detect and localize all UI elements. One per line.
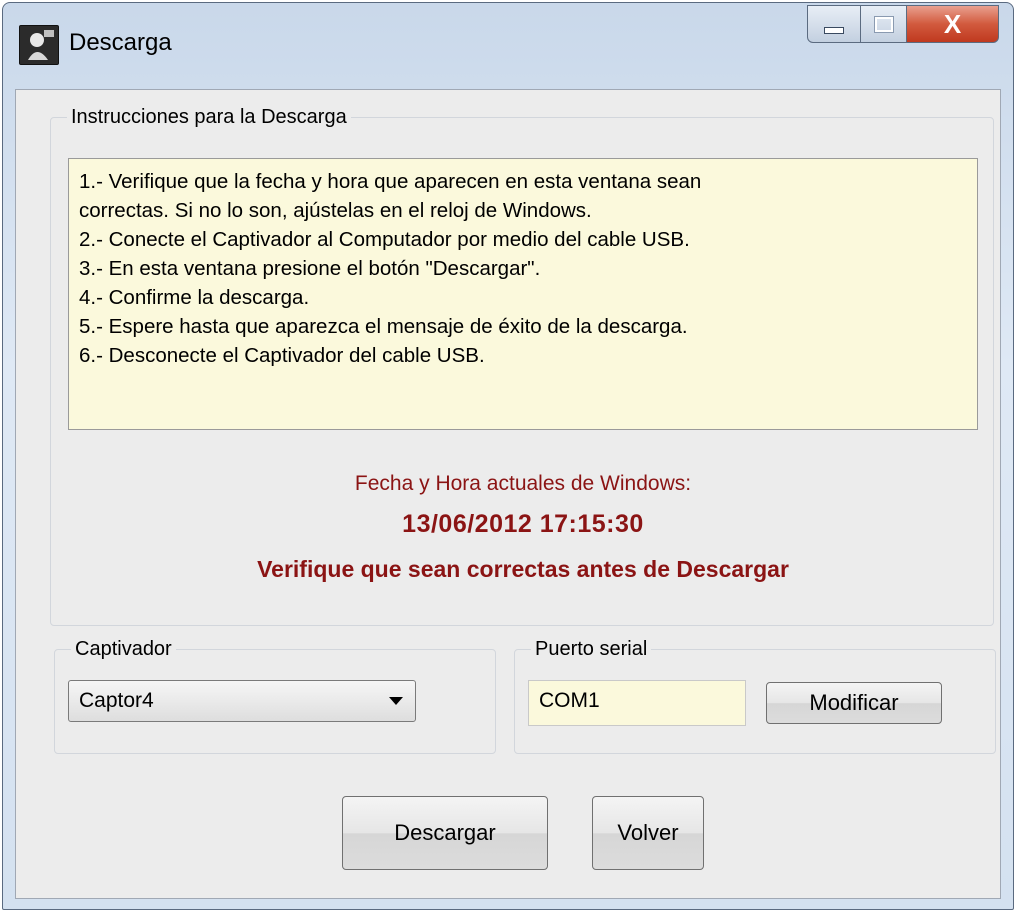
captivador-selected-value: Captor4	[79, 689, 154, 712]
datetime-label: Fecha y Hora actuales de Windows:	[354, 472, 692, 495]
instruction-line: 4.- Confirme la descarga.	[79, 286, 310, 309]
instructions-textbox[interactable]: 1.- Verifique que la fecha y hora que ap…	[68, 158, 978, 430]
instruction-line: 1.- Verifique que la fecha y hora que ap…	[79, 170, 702, 193]
instruction-line: 6.- Desconecte el Captivador del cable U…	[79, 344, 485, 367]
minimize-button[interactable]	[807, 5, 861, 43]
instructions-legend: Instrucciones para la Descarga	[71, 106, 347, 128]
close-button[interactable]: X	[907, 5, 999, 43]
maximize-button[interactable]	[861, 5, 907, 43]
datetime-warning: Verifique que sean correctas antes de De…	[257, 556, 789, 582]
datetime-value: 13/06/2012 17:15:30	[402, 510, 644, 538]
dropdown-arrow-icon[interactable]	[389, 697, 403, 705]
app-icon[interactable]	[19, 25, 59, 65]
instruction-line: 2.- Conecte el Captivador al Computador …	[79, 228, 690, 251]
modificar-button[interactable]: Modificar	[766, 682, 942, 724]
maximize-icon	[873, 15, 894, 33]
dialog-client-area: Instrucciones para la Descarga 1.- Verif…	[15, 89, 1001, 899]
window-title: Descarga	[69, 29, 172, 56]
captivador-select[interactable]: Captor4	[68, 680, 416, 722]
title-bar[interactable]: Descarga X	[3, 3, 1013, 89]
descarga-window: Descarga X Instrucciones para la Descarg…	[2, 2, 1014, 910]
captivador-legend: Captivador	[75, 638, 172, 660]
descargar-button[interactable]: Descargar	[342, 796, 548, 870]
volver-button[interactable]: Volver	[592, 796, 704, 870]
puerto-serial-field[interactable]: COM1	[528, 680, 746, 726]
caption-buttons: X	[807, 5, 999, 45]
close-icon: X	[943, 8, 962, 39]
puerto-serial-legend: Puerto serial	[535, 638, 648, 660]
instruction-line: 3.- En esta ventana presione el botón "D…	[79, 257, 541, 280]
minimize-icon	[824, 26, 844, 34]
instruction-line: 5.- Espere hasta que aparezca el mensaje…	[79, 315, 688, 338]
instruction-line: correctas. Si no lo son, ajústelas en el…	[79, 199, 592, 222]
